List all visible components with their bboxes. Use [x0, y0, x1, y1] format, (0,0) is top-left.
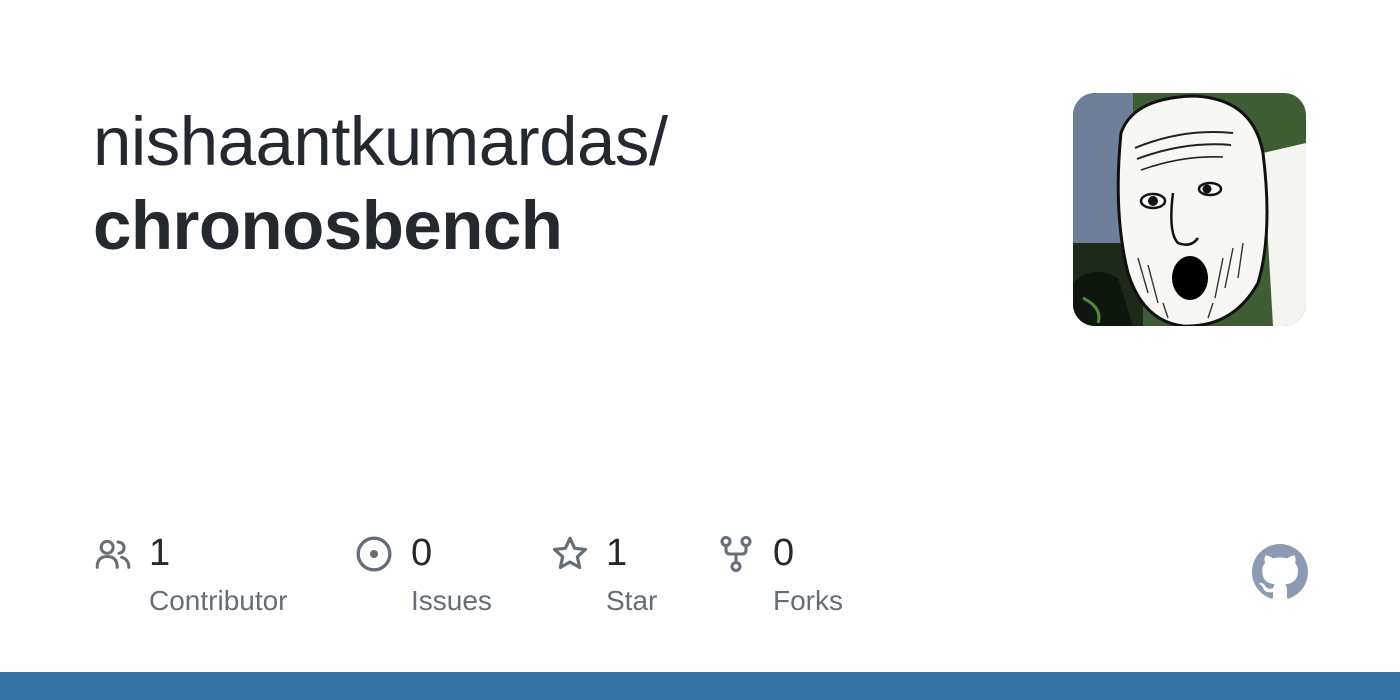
contributors-label: Contributor — [149, 585, 288, 616]
repo-social-card: nishaantkumardas/ chronosbench 1 Contrib… — [0, 0, 1400, 700]
issues-count: 0 — [411, 532, 433, 574]
issues-label: Issues — [411, 585, 492, 616]
contributors-count: 1 — [149, 532, 171, 574]
owner-avatar[interactable] — [1073, 93, 1306, 326]
github-mark-icon[interactable] — [1252, 544, 1308, 600]
repo-title: nishaantkumardas/ chronosbench — [93, 100, 993, 268]
repo-forked-icon — [720, 535, 752, 573]
language-color-bar — [0, 672, 1400, 700]
repo-name[interactable]: chronosbench — [93, 184, 993, 268]
issue-opened-icon — [356, 536, 392, 572]
star-icon — [552, 536, 588, 570]
stars-label: Star — [606, 585, 658, 616]
stars-count: 1 — [606, 532, 628, 574]
avatar-face-icon — [1073, 93, 1306, 326]
forks-count: 0 — [773, 532, 795, 574]
people-icon — [95, 539, 131, 569]
repo-owner[interactable]: nishaantkumardas/ — [93, 100, 993, 184]
forks-label: Forks — [773, 585, 843, 616]
